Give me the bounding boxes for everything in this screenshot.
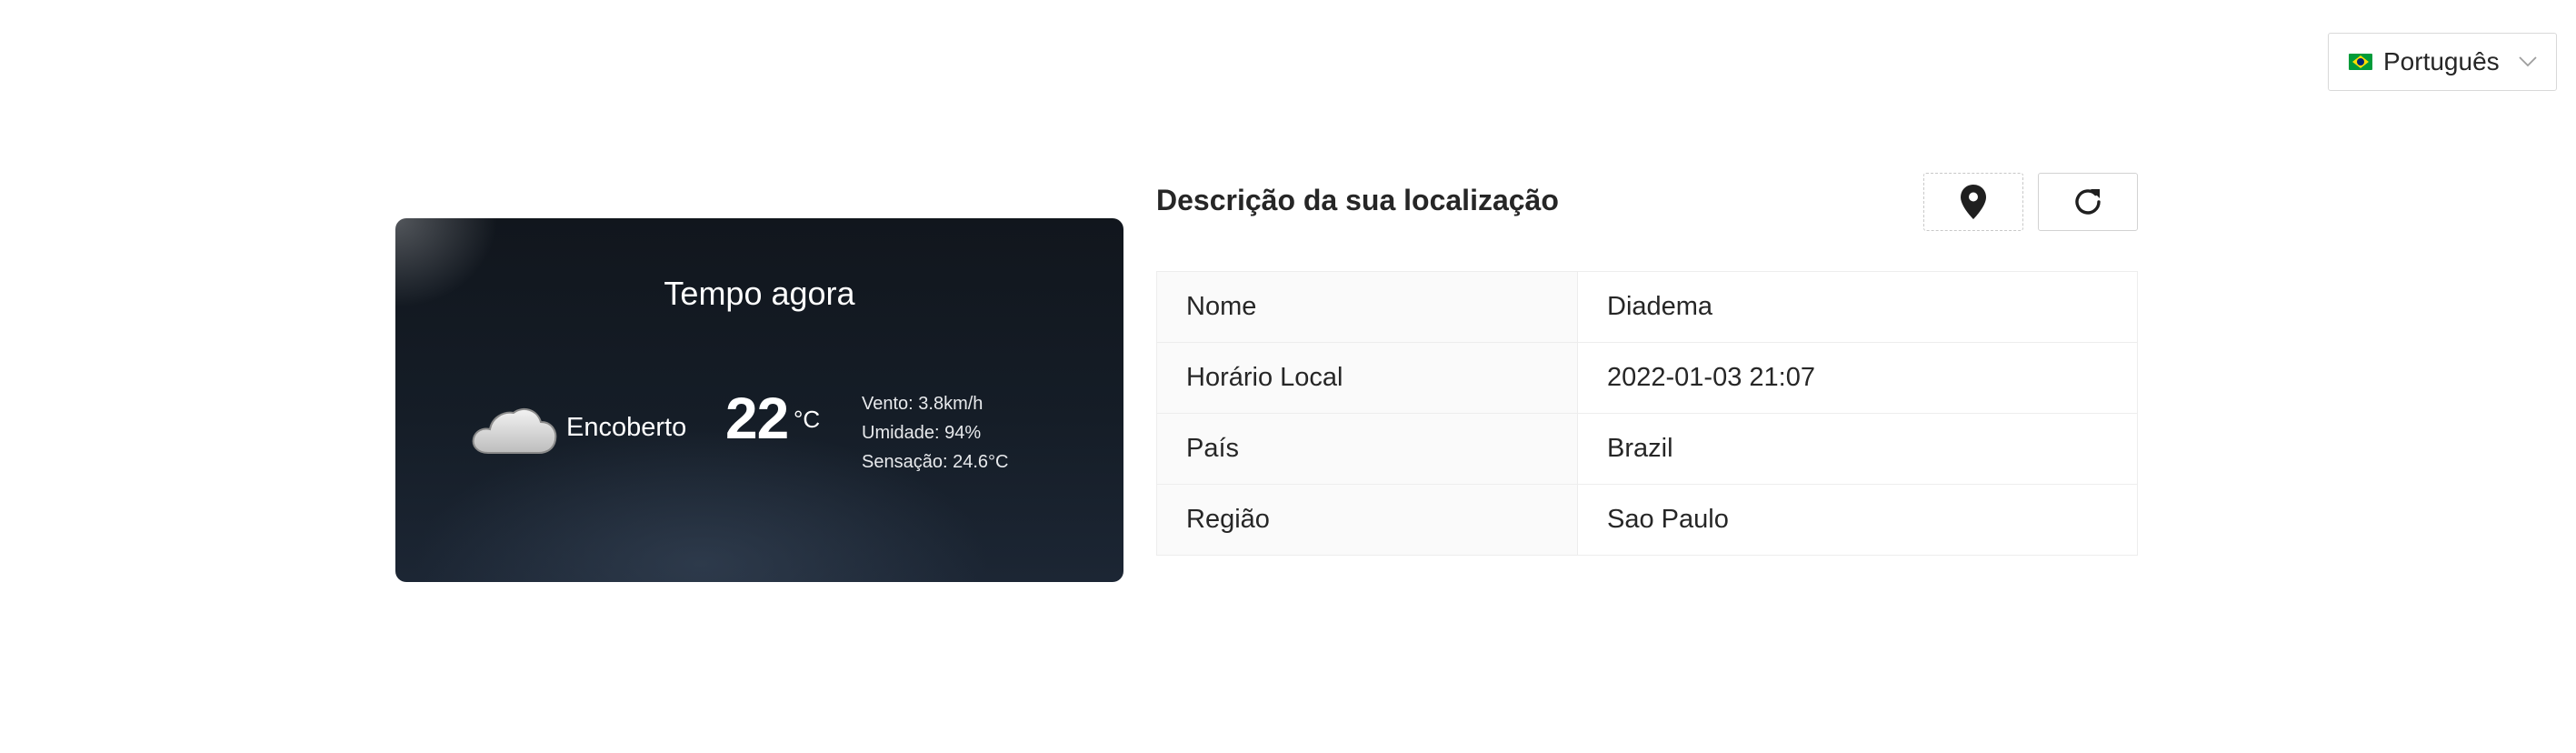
humidity: Umidade: 94%	[862, 423, 982, 443]
cloud-icon	[472, 407, 557, 454]
temperature-value: 22	[725, 386, 789, 451]
row-value: Sao Paulo	[1607, 505, 1729, 534]
temperature-unit: °C	[794, 406, 821, 433]
table-row: Horário Local 2022-01-03 21:07	[1156, 342, 2138, 414]
table-row: Região Sao Paulo	[1156, 484, 2138, 556]
weather-title: Tempo agora	[664, 275, 855, 312]
locate-button[interactable]	[1923, 173, 2023, 231]
table-row: Nome Diadema	[1156, 271, 2138, 343]
feels-like: Sensação: 24.6°C	[862, 452, 1009, 472]
refresh-icon	[2075, 189, 2101, 215]
map-pin-icon	[1961, 185, 1986, 219]
chevron-down-icon	[2518, 52, 2538, 72]
row-value: Brazil	[1577, 413, 2138, 485]
refresh-button[interactable]	[2038, 173, 2138, 231]
weather-condition: Encoberto	[566, 413, 687, 442]
weather-details: Vento: 3.8km/h Umidade: 94% Sensação: 24…	[862, 389, 1008, 477]
row-value: 2022-01-03 21:07	[1577, 342, 2138, 414]
table-row: País Brazil	[1156, 413, 2138, 485]
brazil-flag-icon	[2349, 54, 2372, 70]
row-label: Nome	[1156, 271, 1578, 343]
weather-card: Tempo agora Encoberto 22 °C Vento: 3.8km…	[395, 218, 1123, 582]
row-label: Região	[1156, 484, 1578, 556]
row-label: Horário Local	[1156, 342, 1578, 414]
language-select[interactable]: Português	[2328, 33, 2557, 91]
wind-speed: Vento: 3.8km/h	[862, 394, 983, 414]
row-value: Diadema	[1577, 271, 2138, 343]
location-title: Descrição da sua localização	[1156, 184, 1559, 216]
language-select-value: Português	[2383, 47, 2500, 75]
row-label: País	[1156, 413, 1578, 485]
location-table: Nome Diadema Horário Local 2022-01-03 21…	[1156, 271, 2138, 556]
